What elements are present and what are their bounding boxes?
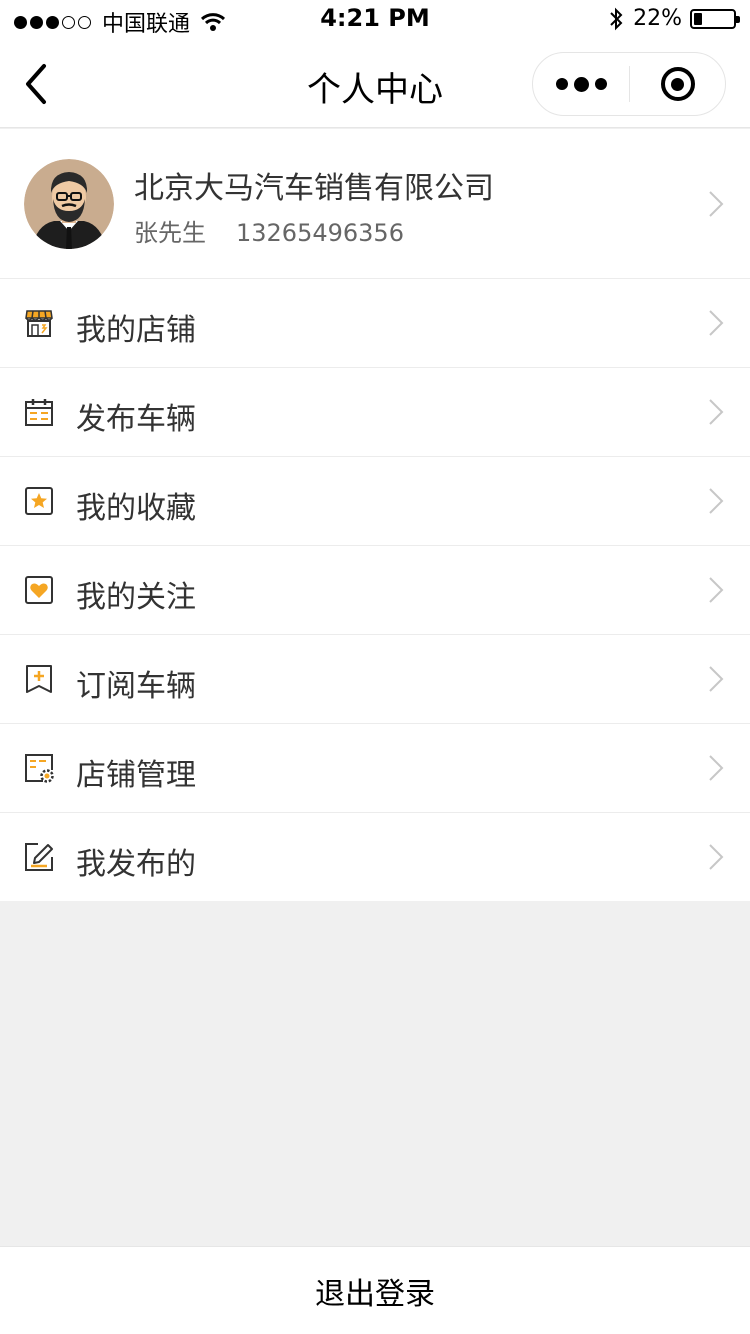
store-icon	[25, 310, 53, 337]
menu-label: 订阅车辆	[76, 669, 196, 704]
chevron-right-icon	[709, 666, 724, 692]
chevron-right-icon	[709, 755, 724, 781]
menu-label: 我的关注	[76, 580, 196, 615]
back-button[interactable]	[22, 62, 62, 106]
battery-percent: 22%	[633, 6, 682, 31]
chevron-right-icon	[709, 577, 724, 603]
subscribe-plus-icon	[26, 665, 52, 693]
avatar	[24, 159, 114, 249]
bearded-man-avatar	[24, 159, 114, 249]
battery-icon	[690, 8, 740, 29]
menu-label: 发布车辆	[76, 402, 196, 437]
star-icon	[25, 487, 53, 515]
menu-list: 我的店铺 发布车辆 我的收藏 我的关注 订阅车辆 店铺管理 我发布的	[0, 279, 750, 901]
more-dots-icon	[555, 78, 568, 90]
nav-bar: 个人中心	[0, 40, 750, 128]
contact-info: 张先生 13265496356	[134, 213, 404, 248]
menu-item-store-management[interactable]: 店铺管理	[0, 724, 750, 813]
logout-button[interactable]: 退出登录	[0, 1246, 750, 1334]
chevron-right-icon	[709, 399, 724, 425]
menu-item-subscribe-vehicle[interactable]: 订阅车辆	[0, 635, 750, 724]
back-arrow-icon	[26, 64, 46, 104]
company-name: 北京大马汽车销售有限公司	[134, 171, 494, 206]
more-button[interactable]	[533, 52, 629, 116]
menu-label: 我发布的	[76, 847, 196, 882]
chevron-right-icon	[709, 310, 724, 336]
heart-icon	[25, 576, 53, 604]
store-settings-icon	[25, 754, 54, 783]
menu-item-favorites[interactable]: 我的收藏	[0, 457, 750, 546]
calendar-icon	[25, 399, 53, 426]
menu-item-my-store[interactable]: 我的店铺	[0, 279, 750, 368]
menu-label: 店铺管理	[76, 758, 196, 793]
chevron-right-icon	[709, 844, 724, 870]
menu-item-publish-vehicle[interactable]: 发布车辆	[0, 368, 750, 457]
menu-label: 我的收藏	[76, 491, 196, 526]
menu-item-following[interactable]: 我的关注	[0, 546, 750, 635]
status-right: 22%	[609, 6, 740, 31]
close-button[interactable]	[630, 52, 725, 116]
edit-icon	[25, 843, 53, 871]
contact-phone: 13265496356	[236, 219, 404, 247]
status-bar: 中国联通 4:21 PM 22%	[0, 0, 750, 40]
chevron-right-icon	[709, 488, 724, 514]
menu-capsule	[532, 52, 726, 116]
contact-name: 张先生	[134, 219, 206, 247]
chevron-right-icon	[709, 191, 724, 217]
profile-card[interactable]: 北京大马汽车销售有限公司 张先生 13265496356	[0, 129, 750, 279]
close-ring-icon	[660, 67, 695, 101]
menu-item-my-posts[interactable]: 我发布的	[0, 813, 750, 901]
menu-label: 我的店铺	[76, 313, 196, 348]
bluetooth-icon	[610, 7, 623, 30]
